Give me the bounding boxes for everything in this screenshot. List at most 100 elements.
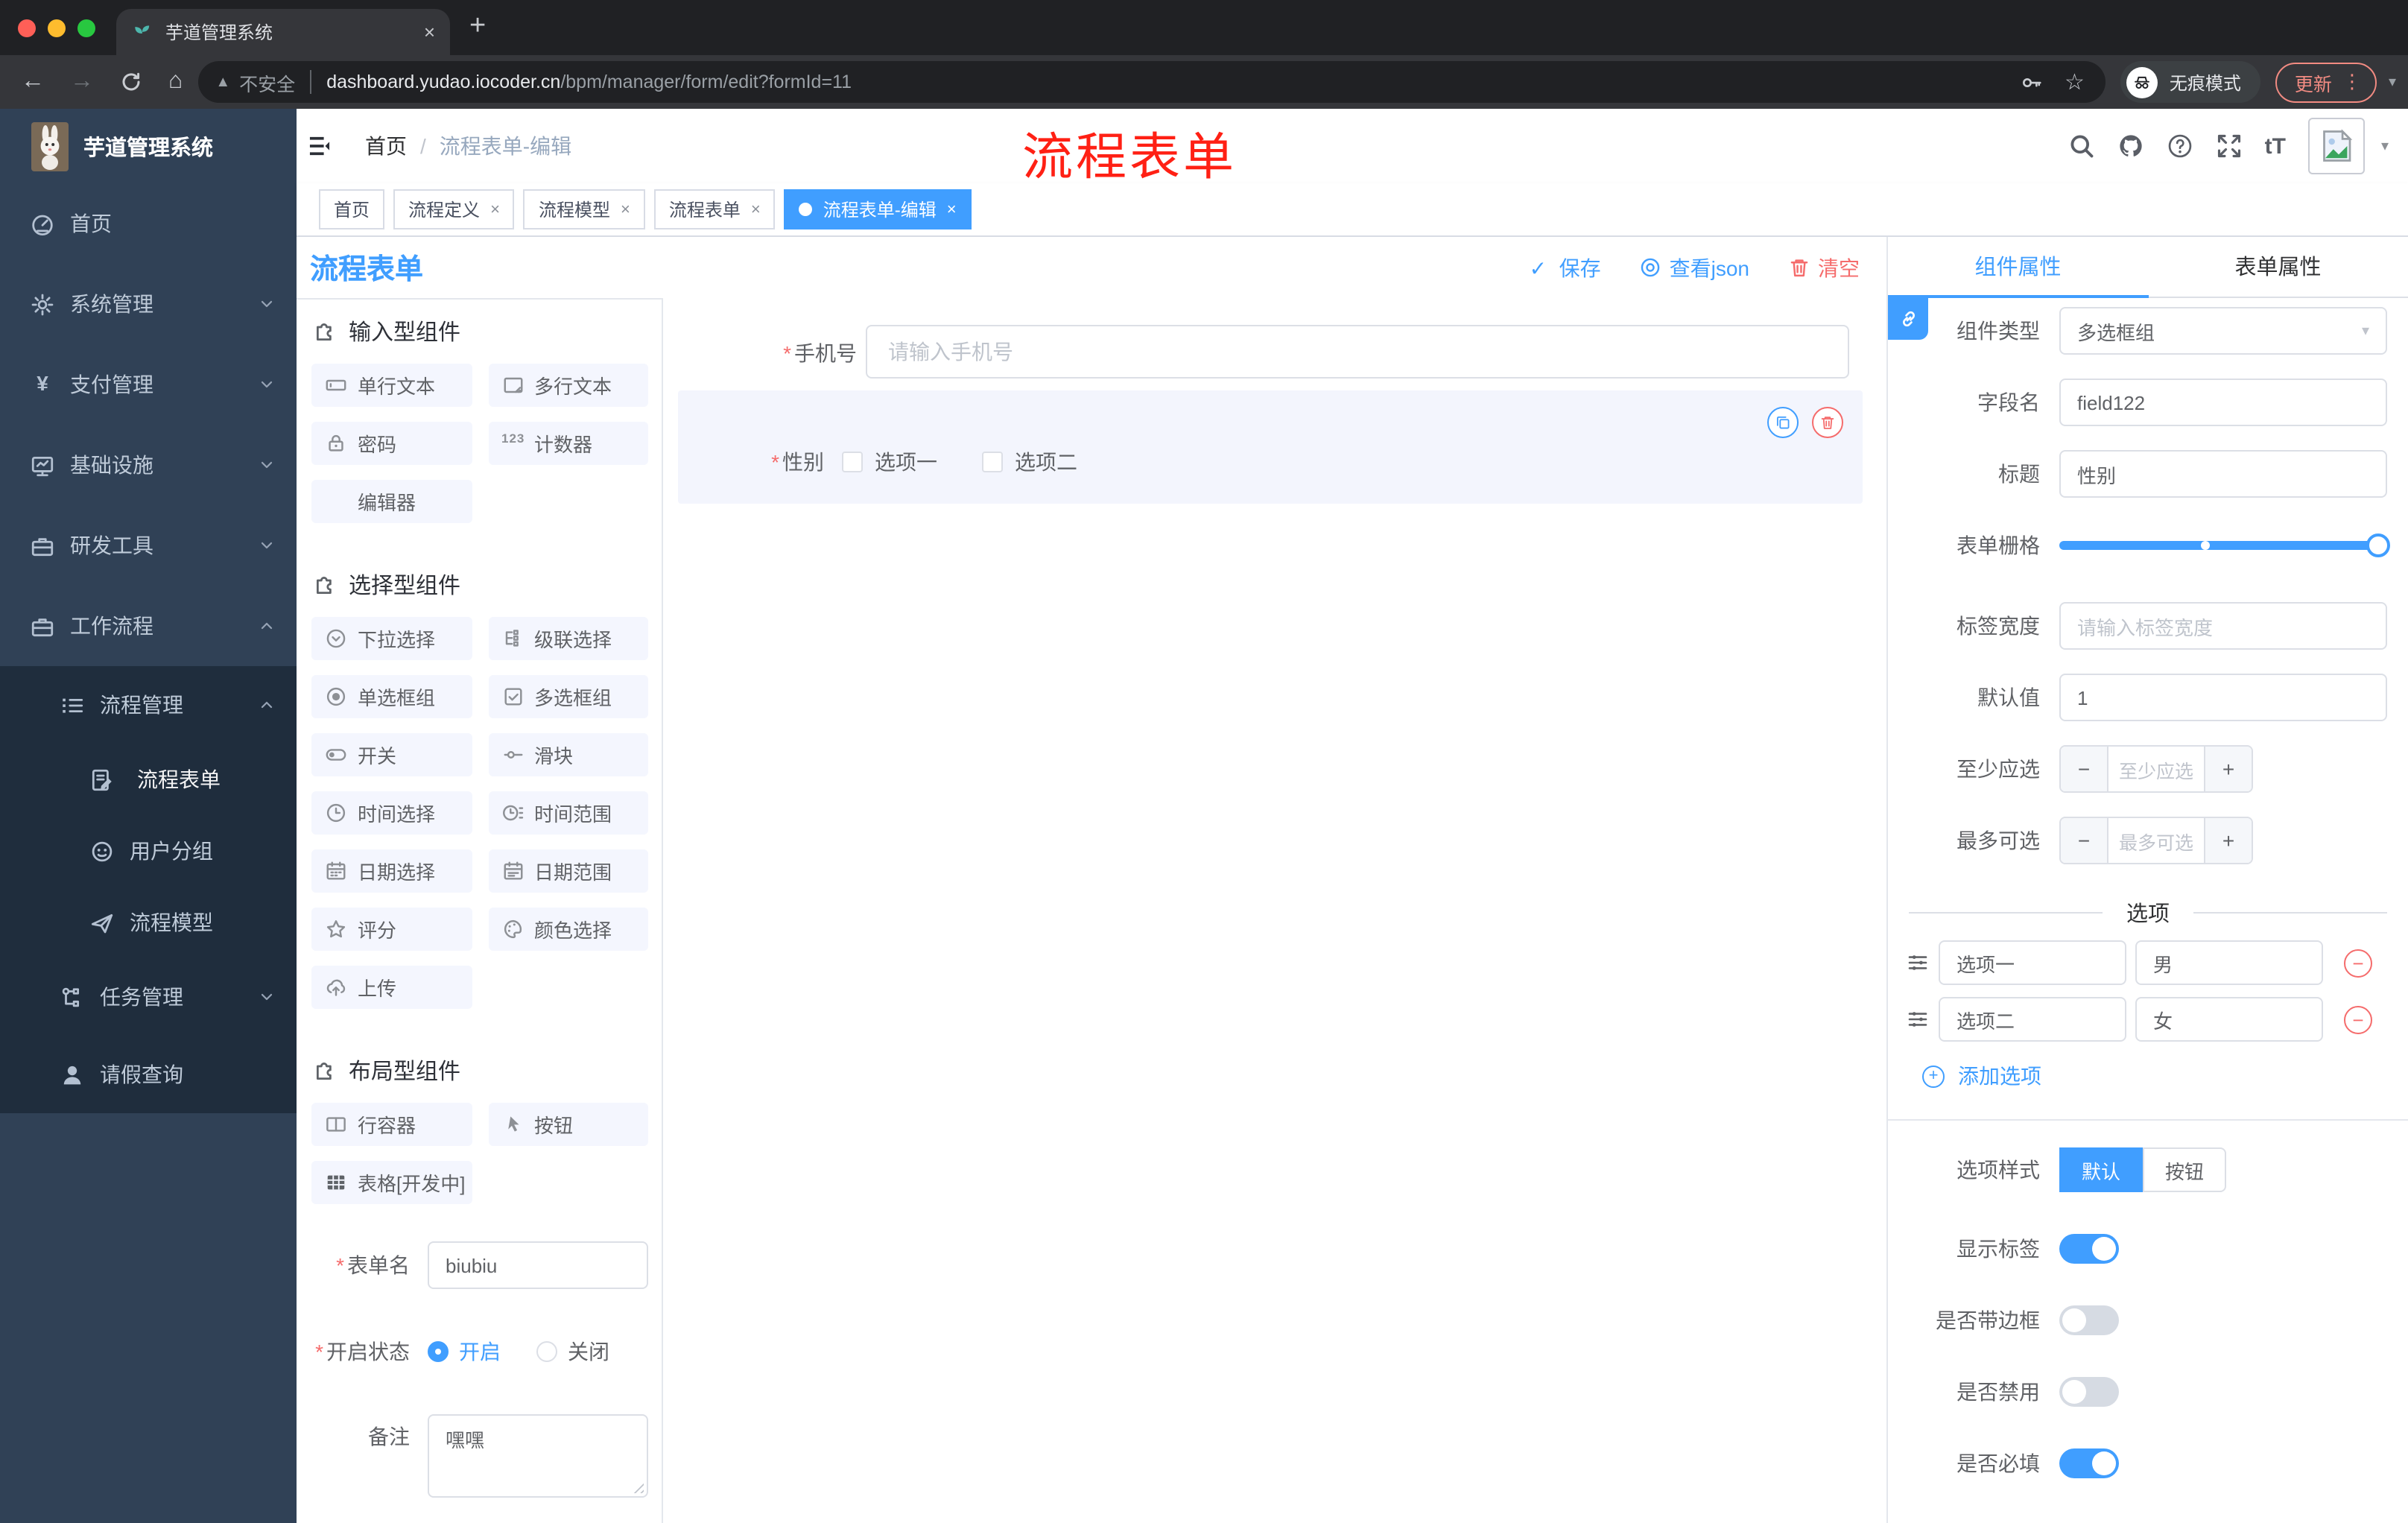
window-caret-icon[interactable]: ▾ (2389, 74, 2396, 90)
tab-form-props[interactable]: 表单属性 (2148, 237, 2408, 298)
palette-item[interactable]: 下拉选择 (311, 617, 472, 660)
palette-item[interactable]: 评分 (311, 908, 472, 951)
new-tab-button[interactable]: + (469, 10, 486, 43)
github-icon[interactable] (2117, 133, 2144, 159)
remove-option-button[interactable]: − (2344, 949, 2372, 977)
checkbox-icon[interactable] (982, 452, 1003, 472)
tag[interactable]: 流程定义 × (393, 189, 515, 229)
stepper-plus-button[interactable]: + (2204, 747, 2252, 791)
question-icon[interactable] (2167, 133, 2193, 159)
palette-item[interactable]: 开关 (311, 733, 472, 776)
tag-close-icon[interactable]: × (751, 200, 761, 218)
font-size-icon[interactable]: tT (2265, 133, 2286, 159)
sidebar-item-system[interactable]: 系统管理 (0, 264, 297, 344)
palette-item[interactable]: 上传 (311, 966, 472, 1009)
tag-close-icon[interactable]: × (490, 200, 500, 218)
sidebar-item-process-form[interactable]: 流程表单 (0, 744, 297, 815)
drag-handle-icon[interactable] (1906, 1007, 1930, 1031)
palette-item[interactable]: 滑块 (488, 733, 648, 776)
tag[interactable]: 流程表单 × (653, 189, 776, 229)
avatar[interactable] (2307, 118, 2365, 174)
resize-handle[interactable] (630, 1480, 644, 1493)
palette-item[interactable]: 按钮 (488, 1103, 648, 1146)
toggle-switch[interactable] (2059, 1305, 2119, 1335)
copy-field-button[interactable] (1767, 407, 1799, 438)
sidebar-item-infra[interactable]: 基础设施 (0, 425, 297, 505)
label-width-input[interactable]: 请输入标签宽度 (2059, 602, 2387, 650)
radio-option[interactable]: 关闭 (536, 1337, 609, 1367)
palette-item[interactable]: 单行文本 (311, 364, 472, 407)
tag[interactable]: 首页 (319, 189, 385, 229)
toggle-switch[interactable] (2059, 1234, 2119, 1264)
option-label-input[interactable]: 选项一 (1939, 940, 2126, 985)
bookmark-star-icon[interactable]: ☆ (2065, 69, 2085, 95)
stepper-plus-button[interactable]: + (2204, 818, 2252, 863)
palette-item[interactable]: 多选框组 (488, 675, 648, 718)
browser-tab[interactable]: 芋道管理系统 × (116, 9, 450, 55)
default-value-input[interactable]: 1 (2059, 674, 2387, 721)
form-remark-textarea[interactable]: 嘿嘿 (428, 1414, 648, 1498)
password-key-icon[interactable] (2021, 71, 2044, 93)
component-type-select[interactable]: 多选框组 ▾ (2059, 307, 2387, 355)
stepper-minus-button[interactable]: − (2061, 818, 2108, 863)
canvas-field-gender-selected[interactable]: * 性别 选项一 选项二 (678, 390, 1863, 504)
remove-option-button[interactable]: − (2344, 1005, 2372, 1033)
clear-button[interactable]: 清空 (1788, 253, 1860, 282)
not-secure-label[interactable]: 不安全 (239, 68, 295, 96)
tag[interactable]: 流程模型 × (523, 189, 645, 229)
checkbox-option[interactable]: 选项二 (982, 447, 1077, 477)
slider-handle[interactable] (2366, 533, 2390, 557)
title-input[interactable]: 性别 (2059, 450, 2387, 498)
option-label-input[interactable]: 选项二 (1939, 997, 2126, 1042)
palette-item[interactable]: 行容器 (311, 1103, 472, 1146)
radio-option[interactable]: 开启 (428, 1337, 501, 1367)
sidebar-item-task-management[interactable]: 任务管理 (0, 958, 297, 1036)
close-window-button[interactable] (18, 19, 36, 37)
canvas-field-phone[interactable]: * 手机号 请输入手机号 (663, 325, 1886, 379)
back-icon[interactable]: ← (21, 69, 45, 95)
save-button[interactable]: ✓ 保存 (1530, 253, 1601, 282)
palette-item[interactable]: 编辑器 (311, 480, 472, 523)
delete-field-button[interactable] (1812, 407, 1843, 438)
grid-slider[interactable] (2059, 522, 2390, 569)
home-icon[interactable]: ⌂ (168, 69, 183, 95)
forward-icon[interactable]: → (70, 69, 94, 95)
checkbox-option[interactable]: 选项一 (842, 447, 937, 477)
tab-close-icon[interactable]: × (424, 21, 435, 43)
palette-item[interactable]: 时间范围 (488, 791, 648, 835)
tag[interactable]: 流程表单-编辑 × (784, 189, 972, 229)
max-select-input[interactable]: 最多可选 (2108, 818, 2204, 863)
palette-item[interactable]: 级联选择 (488, 617, 648, 660)
sidebar-item-workflow[interactable]: 工作流程 (0, 586, 297, 666)
address-box[interactable]: ▲ 不安全 dashboard.yudao.iocoder.cn/bpm/man… (197, 61, 2106, 103)
palette-item[interactable]: 多行文本 (488, 364, 648, 407)
sidebar-item-leave-query[interactable]: 请假查询 (0, 1036, 297, 1113)
sidebar-item-user-group[interactable]: 用户分组 (0, 815, 297, 887)
palette-item[interactable]: 日期范围 (488, 849, 648, 893)
form-name-input[interactable]: biubiu (428, 1241, 648, 1289)
stepper-minus-button[interactable]: − (2061, 747, 2108, 791)
fullscreen-icon[interactable] (2216, 133, 2243, 159)
view-json-button[interactable]: 查看json (1640, 253, 1749, 282)
toggle-switch[interactable] (2059, 1377, 2119, 1407)
checkbox-icon[interactable] (842, 452, 863, 472)
segment-option[interactable]: 默认 (2059, 1147, 2143, 1192)
palette-item[interactable]: 123 计数器 (488, 422, 648, 465)
sidebar-item-home[interactable]: 首页 (0, 183, 297, 264)
drag-handle-icon[interactable] (1906, 951, 1930, 975)
palette-item[interactable]: 单选框组 (311, 675, 472, 718)
option-value-input[interactable]: 女 (2135, 997, 2323, 1042)
breadcrumb-home[interactable]: 首页 (365, 131, 407, 161)
update-button[interactable]: 更新 ⋮ (2275, 62, 2377, 102)
phone-input[interactable]: 请输入手机号 (866, 325, 1849, 379)
add-option-button[interactable]: + 添加选项 (1922, 1061, 2408, 1091)
avatar-caret-icon[interactable]: ▾ (2381, 138, 2389, 154)
hamburger-icon[interactable] (308, 136, 331, 156)
palette-item[interactable]: 密码 (311, 422, 472, 465)
field-name-input[interactable]: field122 (2059, 379, 2387, 426)
form-canvas[interactable]: * 手机号 请输入手机号 * 性别 选项一 选项二 (663, 298, 1886, 1523)
sidebar-item-devtools[interactable]: 研发工具 (0, 505, 297, 586)
tag-close-icon[interactable]: × (621, 200, 630, 218)
minimize-window-button[interactable] (48, 19, 66, 37)
palette-item[interactable]: 表格[开发中] (311, 1161, 472, 1204)
